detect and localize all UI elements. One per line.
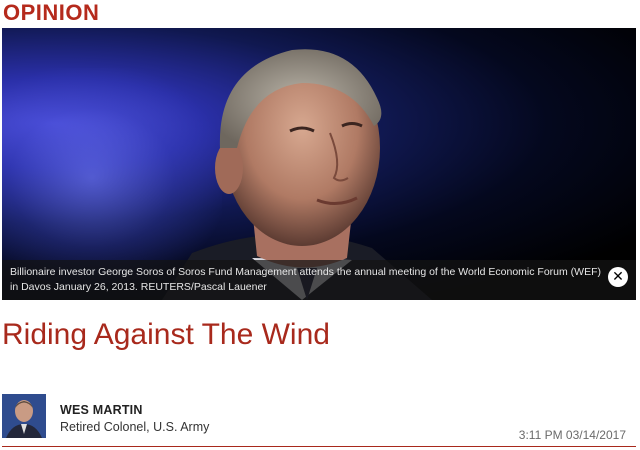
- author-name[interactable]: WES MARTIN: [60, 403, 143, 417]
- photo-caption-bar: Billionaire investor George Soros of Sor…: [2, 260, 636, 300]
- hero-photo: Billionaire investor George Soros of Sor…: [2, 28, 636, 300]
- author-byline: WES MARTIN Retired Colonel, U.S. Army 3:…: [2, 394, 636, 447]
- article-headline: Riding Against The Wind: [2, 318, 330, 351]
- avatar[interactable]: [2, 394, 46, 438]
- close-icon[interactable]: ✕: [608, 267, 628, 287]
- publish-timestamp: 3:11 PM 03/14/2017: [518, 428, 626, 442]
- author-title: Retired Colonel, U.S. Army: [60, 420, 210, 434]
- photo-caption: Billionaire investor George Soros of Sor…: [10, 266, 602, 293]
- section-label[interactable]: OPINION: [3, 0, 99, 26]
